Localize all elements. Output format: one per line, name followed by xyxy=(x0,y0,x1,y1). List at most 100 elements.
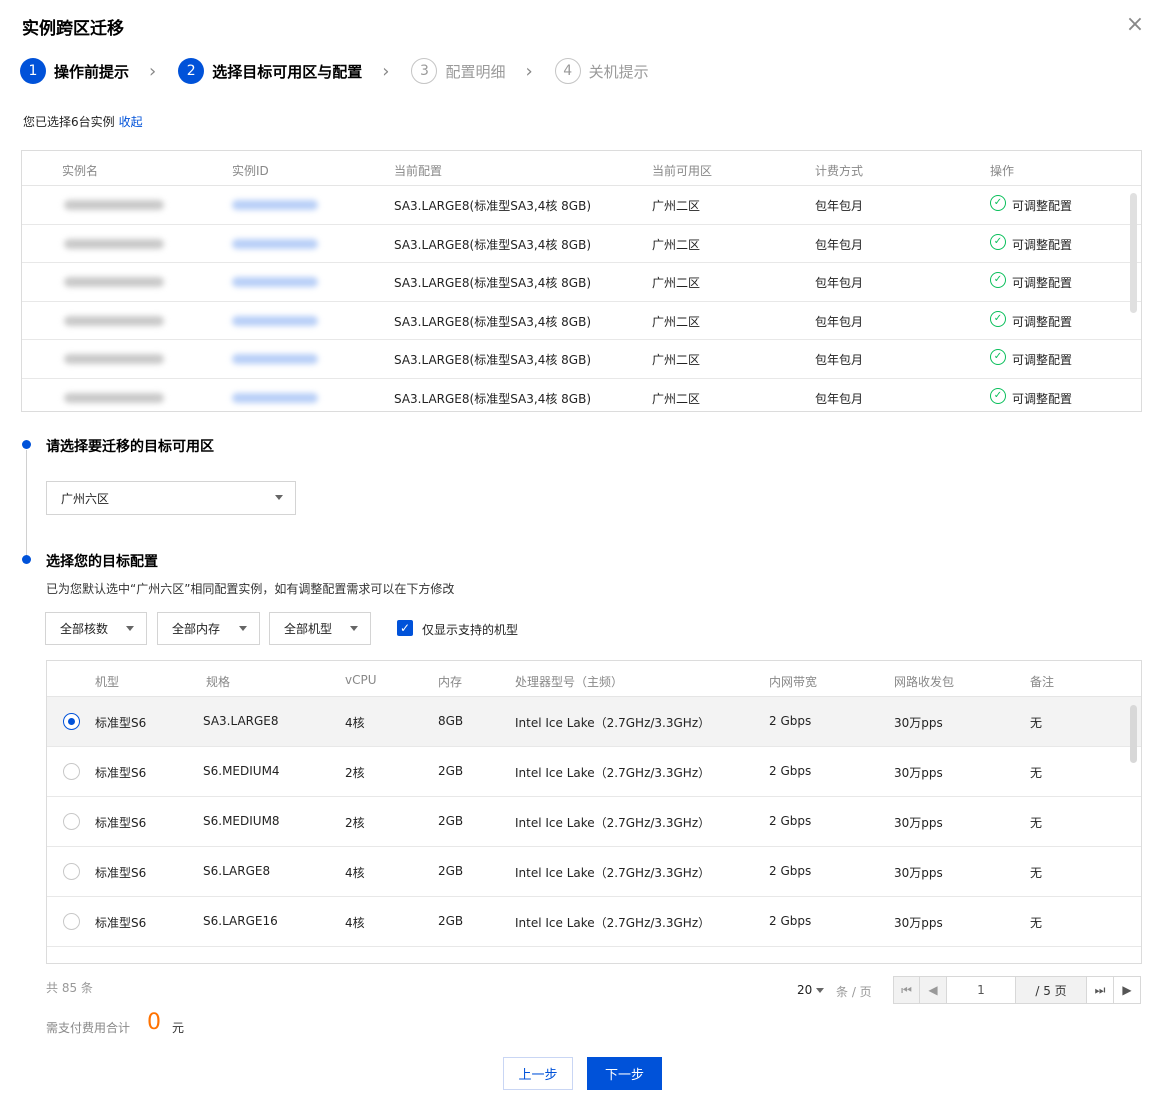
target-config-description: 已为您默认选中“广州六区”相同配置实例，如有调整配置需求可以在下方修改 xyxy=(46,582,455,596)
first-page-icon[interactable]: ⏮ xyxy=(893,976,920,1004)
config-table-scrollbar[interactable] xyxy=(1130,705,1137,763)
action-cell: 可调整配置 xyxy=(1012,314,1073,329)
cpu-cell: Intel Ice Lake（2.7GHz/3.3GHz） xyxy=(515,866,711,880)
timeline-dot xyxy=(22,555,31,564)
current-config-cell: SA3.LARGE8(标准型SA3,4核 8GB) xyxy=(394,391,591,406)
row-radio[interactable] xyxy=(63,813,80,830)
instance-id-redacted[interactable] xyxy=(232,392,318,403)
type-cell: 标准型S6 xyxy=(95,716,147,730)
check-circle-icon: ✓ xyxy=(990,272,1006,289)
selected-count: 您已选择6台实例 收起 xyxy=(23,113,143,130)
note-cell: 无 xyxy=(1030,816,1043,830)
next-page-icon[interactable]: ▶ xyxy=(1113,976,1141,1004)
next-step-button[interactable]: 下一步 xyxy=(587,1057,662,1090)
table-row[interactable]: 标准型S6 S6.MEDIUM8 2核 2GB Intel Ice Lake（2.7GH… xyxy=(47,797,1141,847)
current-zone-cell: 广州二区 xyxy=(652,314,701,329)
type-cell: 标准型S6 xyxy=(95,816,147,830)
cores-filter[interactable]: 全部核数 xyxy=(45,612,147,645)
page-size-unit: 条 / 页 xyxy=(836,985,872,999)
chevron-right-icon: › xyxy=(525,60,533,82)
step-1-label: 操作前提示 xyxy=(54,62,130,81)
table-row[interactable]: 标准型S6 S6.LARGE8 4核 2GB Intel Ice Lake（2.7GHz… xyxy=(47,847,1141,897)
instance-id-redacted[interactable] xyxy=(232,200,318,210)
billing-cell: 包年包月 xyxy=(815,391,864,406)
table-row: SA3.LARGE8(标准型SA3,4核 8GB) 广州二区 包年包月 ✓ 可调整配置 xyxy=(22,263,1141,302)
instance-id-redacted[interactable] xyxy=(232,277,318,288)
table-row[interactable]: 标准型S6 S6.MEDIUM4 2核 2GB Intel Ice Lake（2.7GH… xyxy=(47,747,1141,797)
billing-cell: 包年包月 xyxy=(815,276,864,291)
last-page-icon[interactable]: ⏭ xyxy=(1086,976,1114,1004)
table-row[interactable]: 标准型S6 S6.LARGE16 4核 2GB Intel Ice Lake（2.7GH… xyxy=(47,897,1141,947)
model-filter[interactable]: 全部机型 xyxy=(269,612,371,645)
row-radio[interactable] xyxy=(63,713,80,730)
memory-filter-value: 全部内存 xyxy=(172,622,221,636)
table-row: SA3.LARGE8(标准型SA3,4核 8GB) 广州二区 包年包月 ✓ 可调整配置 xyxy=(22,379,1141,411)
memory-filter[interactable]: 全部内存 xyxy=(157,612,260,645)
action-cell: 可调整配置 xyxy=(1012,391,1073,406)
cpu-cell: Intel Ice Lake（2.7GHz/3.3GHz） xyxy=(515,716,711,730)
col-billing: 计费方式 xyxy=(815,164,864,178)
type-cell: 标准型S6 xyxy=(95,766,147,780)
spec-cell: SA3.LARGE8 xyxy=(203,714,279,728)
pps-cell: 30万pps xyxy=(894,766,943,780)
action-cell: 可调整配置 xyxy=(1012,237,1073,252)
instance-table-body: SA3.LARGE8(标准型SA3,4核 8GB) 广州二区 包年包月 ✓ 可调整配置 S… xyxy=(22,186,1141,411)
page-input[interactable]: 1 xyxy=(946,976,1016,1004)
step-4-number: 4 xyxy=(554,58,581,84)
current-config-cell: SA3.LARGE8(标准型SA3,4核 8GB) xyxy=(394,237,591,252)
action-cell: 可调整配置 xyxy=(1012,353,1073,368)
note-cell: 无 xyxy=(1030,866,1043,880)
instance-id-redacted[interactable] xyxy=(232,315,318,326)
chevron-right-icon: › xyxy=(382,60,390,82)
memory-cell: 2GB xyxy=(438,864,464,878)
row-radio[interactable] xyxy=(63,913,80,930)
collapse-link[interactable]: 收起 xyxy=(119,115,143,129)
instance-name-redacted xyxy=(64,315,164,326)
bandwidth-cell: 2 Gbps xyxy=(769,864,812,878)
total-pages: / 5 页 xyxy=(1015,976,1087,1004)
instance-id-redacted[interactable] xyxy=(232,238,318,249)
cores-filter-value: 全部核数 xyxy=(60,622,109,636)
spec-cell: S6.MEDIUM4 xyxy=(203,764,280,778)
step-4-label: 关机提示 xyxy=(588,62,649,81)
close-icon[interactable]: × xyxy=(1124,14,1146,36)
billing-cell: 包年包月 xyxy=(815,199,864,213)
col-spec: 规格 xyxy=(206,675,231,689)
step-1: 1 操作前提示 xyxy=(20,58,129,84)
current-zone-cell: 广州二区 xyxy=(652,199,701,213)
instance-id-redacted[interactable] xyxy=(232,354,318,365)
col-instance-id: 实例ID xyxy=(232,164,269,178)
note-cell: 无 xyxy=(1030,766,1043,780)
model-filter-value: 全部机型 xyxy=(284,622,333,636)
bandwidth-cell: 2 Gbps xyxy=(769,914,812,928)
instance-table: 实例名 实例ID 当前配置 当前可用区 计费方式 操作 SA3.LARGE8(标… xyxy=(21,150,1142,412)
only-supported-checkbox[interactable]: ✓ xyxy=(397,620,413,636)
step-3-label: 配置明细 xyxy=(445,62,506,81)
prev-step-button[interactable]: 上一步 xyxy=(503,1057,573,1090)
check-circle-icon: ✓ xyxy=(990,310,1006,327)
row-radio[interactable] xyxy=(63,863,80,880)
fee-unit: 元 xyxy=(172,1021,185,1035)
vcpu-cell: 2核 xyxy=(345,816,365,830)
vcpu-cell: 2核 xyxy=(345,766,365,780)
prev-page-icon[interactable]: ◀ xyxy=(919,976,947,1004)
cpu-cell: Intel Ice Lake（2.7GHz/3.3GHz） xyxy=(515,916,711,930)
config-table-body: 标准型S6 SA3.LARGE8 4核 8GB Intel Ice Lake（2.7GH… xyxy=(47,697,1141,947)
target-config-title: 选择您的目标配置 xyxy=(46,554,158,570)
current-config-cell: SA3.LARGE8(标准型SA3,4核 8GB) xyxy=(394,276,591,291)
current-config-cell: SA3.LARGE8(标准型SA3,4核 8GB) xyxy=(394,199,591,213)
page-size-select[interactable]: 20 xyxy=(797,983,825,997)
only-supported-label[interactable]: 仅显示支持的机型 xyxy=(422,621,518,638)
instance-table-scrollbar[interactable] xyxy=(1130,193,1137,313)
zone-select[interactable]: 广州六区 xyxy=(46,481,296,515)
table-row[interactable]: 标准型S6 SA3.LARGE8 4核 8GB Intel Ice Lake（2.7GH… xyxy=(47,697,1141,747)
row-radio[interactable] xyxy=(63,763,80,780)
pps-cell: 30万pps xyxy=(894,716,943,730)
billing-cell: 包年包月 xyxy=(815,353,864,368)
pps-cell: 30万pps xyxy=(894,916,943,930)
memory-cell: 2GB xyxy=(438,914,464,928)
instance-name-redacted xyxy=(64,277,164,288)
billing-cell: 包年包月 xyxy=(815,314,864,329)
step-3: 3 配置明细 xyxy=(411,58,505,84)
config-table: 机型 规格 vCPU 内存 处理器型号（主频） 内网带宽 网路收发包 备注 标准… xyxy=(46,660,1142,964)
